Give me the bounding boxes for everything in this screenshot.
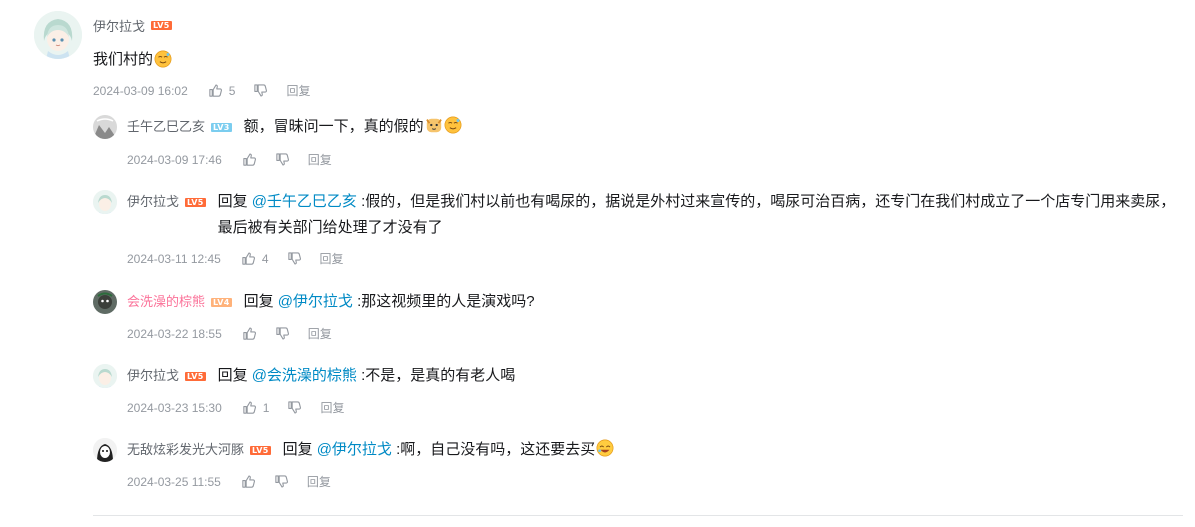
thumb-down-icon [274, 474, 289, 489]
thumb-down-icon [253, 83, 268, 98]
reply-prefix: 回复 [282, 441, 313, 458]
level-badge: LV5 [151, 21, 172, 30]
username[interactable]: 伊尔拉戈 LV5 [127, 364, 206, 388]
divider [93, 515, 1183, 516]
thumb-down-icon [287, 251, 302, 266]
avatar[interactable] [34, 11, 82, 59]
reply-text: 额，冒昧问一下，真的假的 [244, 114, 462, 140]
comment-text: 我们村的 [93, 51, 154, 68]
avatar[interactable] [93, 438, 117, 462]
sweat-emoji-icon [444, 116, 462, 134]
sub-comment: 壬午乙巳乙亥 LV3 额，冒昧问一下，真的假的 2024-03-09 17:46… [93, 114, 1183, 167]
sub-comment: 会洗澡的棕熊 LV4 回复 @伊尔拉戈 :那这视频里的人是演戏吗? 2024-03… [93, 289, 1183, 341]
comment-text: :不是，是真的有老人喝 [361, 367, 516, 384]
dislike-button[interactable] [287, 400, 302, 415]
reply-button[interactable]: 回复 [320, 250, 344, 267]
root-comment-text: 我们村的 [93, 48, 172, 69]
mention-link[interactable]: @伊尔拉戈 [317, 441, 392, 458]
username-text[interactable]: 伊尔拉戈 [127, 364, 179, 388]
reply-prefix: 回复 [243, 293, 274, 310]
username[interactable]: 无敌炫彩发光大河豚 LV5 [127, 438, 271, 462]
dislike-button[interactable] [275, 152, 290, 167]
thumb-up-icon [241, 474, 256, 489]
reply-meta: 2024-03-25 11:55 回复 [127, 473, 331, 490]
sub-comment: 无敌炫彩发光大河豚 LV5 回复 @伊尔拉戈 :啊，自己没有吗，这还要去买 202… [93, 437, 1183, 489]
username-text[interactable]: 伊尔拉戈 [127, 190, 179, 214]
mention-link[interactable]: @会洗澡的棕熊 [252, 367, 357, 384]
avatar[interactable] [93, 115, 117, 139]
reply-button[interactable]: 回复 [308, 151, 332, 168]
dislike-button[interactable] [275, 326, 290, 341]
thumb-down-icon [275, 326, 290, 341]
sub-comment: 伊尔拉戈 LV5 回复 @会洗澡的棕熊 :不是，是真的有老人喝 2024-03-2… [93, 363, 1183, 415]
reply-button[interactable]: 回复 [320, 399, 344, 416]
mention-link[interactable]: @壬午乙巳乙亥 [252, 193, 357, 210]
username[interactable]: 伊尔拉戈 LV5 [127, 190, 206, 214]
like-button[interactable] [242, 326, 257, 341]
timestamp: 2024-03-09 17:46 [127, 152, 222, 167]
like-button[interactable]: 1 [242, 400, 270, 415]
username-text[interactable]: 壬午乙巳乙亥 [127, 115, 205, 139]
avatar[interactable] [93, 290, 117, 314]
timestamp: 2024-03-22 18:55 [127, 326, 222, 341]
like-count: 1 [262, 400, 270, 415]
level-badge: LV3 [211, 122, 232, 132]
timestamp: 2024-03-23 15:30 [127, 400, 222, 415]
comment-text: :啊，自己没有吗，这还要去买 [396, 441, 596, 458]
like-button[interactable]: 4 [241, 251, 269, 266]
username-text[interactable]: 会洗澡的棕熊 [127, 290, 205, 314]
timestamp: 2024-03-09 16:02 [93, 83, 188, 98]
reply-button[interactable]: 回复 [308, 325, 332, 342]
avatar[interactable] [93, 364, 117, 388]
level-badge: LV5 [185, 371, 206, 381]
sweat-emoji-icon [154, 50, 172, 68]
reply-meta: 2024-03-09 17:46 回复 [127, 151, 332, 168]
reply-meta: 2024-03-22 18:55 回复 [127, 325, 332, 342]
timestamp: 2024-03-11 12:45 [127, 251, 221, 266]
thumb-up-icon [242, 326, 257, 341]
thumb-down-icon [287, 400, 302, 415]
thumb-up-icon [208, 83, 223, 98]
username[interactable]: 伊尔拉戈 [93, 16, 145, 35]
username[interactable]: 壬午乙巳乙亥 LV3 [127, 115, 232, 139]
like-count: 5 [228, 83, 236, 98]
sub-comment: 伊尔拉戈 LV5 回复 @壬午乙巳乙亥 :假的，但是我们村以前也有喝尿的，据说是外… [93, 189, 1183, 266]
like-button[interactable] [242, 152, 257, 167]
reply-meta: 2024-03-11 12:45 4 回复 [127, 250, 344, 267]
timestamp: 2024-03-25 11:55 [127, 474, 221, 489]
comment-text: :假的，但是我们村以前也有喝尿的，据说是外村过来宣传的，喝尿可治百病，还专门在我… [217, 193, 1176, 236]
thumb-down-icon [275, 152, 290, 167]
reply-meta: 2024-03-23 15:30 1 回复 [127, 399, 344, 416]
thumb-up-icon [242, 400, 257, 415]
dislike-button[interactable] [274, 474, 289, 489]
dislike-button[interactable] [253, 83, 268, 98]
dislike-button[interactable] [287, 251, 302, 266]
like-count: 4 [261, 251, 269, 266]
thumb-up-icon [242, 152, 257, 167]
reply-button[interactable]: 回复 [286, 82, 310, 99]
mention-link[interactable]: @伊尔拉戈 [278, 293, 353, 310]
comment-text: 额，冒昧问一下，真的假的 [243, 118, 424, 135]
reply-text: 回复 @壬午乙巳乙亥 :假的，但是我们村以前也有喝尿的，据说是外村过来宣传的，喝尿… [218, 189, 1183, 241]
level-badge: LV5 [250, 445, 271, 455]
reply-prefix: 回复 [217, 367, 248, 384]
comment-text: :那这视频里的人是演戏吗? [357, 293, 535, 310]
laugh-emoji-icon [596, 439, 614, 457]
like-button[interactable]: 5 [208, 83, 236, 98]
reply-text: 回复 @伊尔拉戈 :那这视频里的人是演戏吗? [244, 289, 535, 315]
level-badge: LV4 [211, 297, 232, 307]
dog-emoji-icon [425, 116, 443, 134]
level-badge: LV5 [185, 197, 206, 207]
username[interactable]: 会洗澡的棕熊 LV4 [127, 290, 232, 314]
reply-prefix: 回复 [217, 193, 248, 210]
reply-text: 回复 @会洗澡的棕熊 :不是，是真的有老人喝 [218, 363, 516, 389]
avatar[interactable] [93, 190, 117, 214]
reply-button[interactable]: 回复 [307, 473, 331, 490]
root-username[interactable]: 伊尔拉戈 LV5 [93, 16, 172, 35]
username-text[interactable]: 无敌炫彩发光大河豚 [127, 438, 244, 462]
root-meta: 2024-03-09 16:02 5 回复 [93, 82, 310, 99]
like-button[interactable] [241, 474, 256, 489]
reply-text: 回复 @伊尔拉戈 :啊，自己没有吗，这还要去买 [283, 437, 615, 463]
thumb-up-icon [241, 251, 256, 266]
